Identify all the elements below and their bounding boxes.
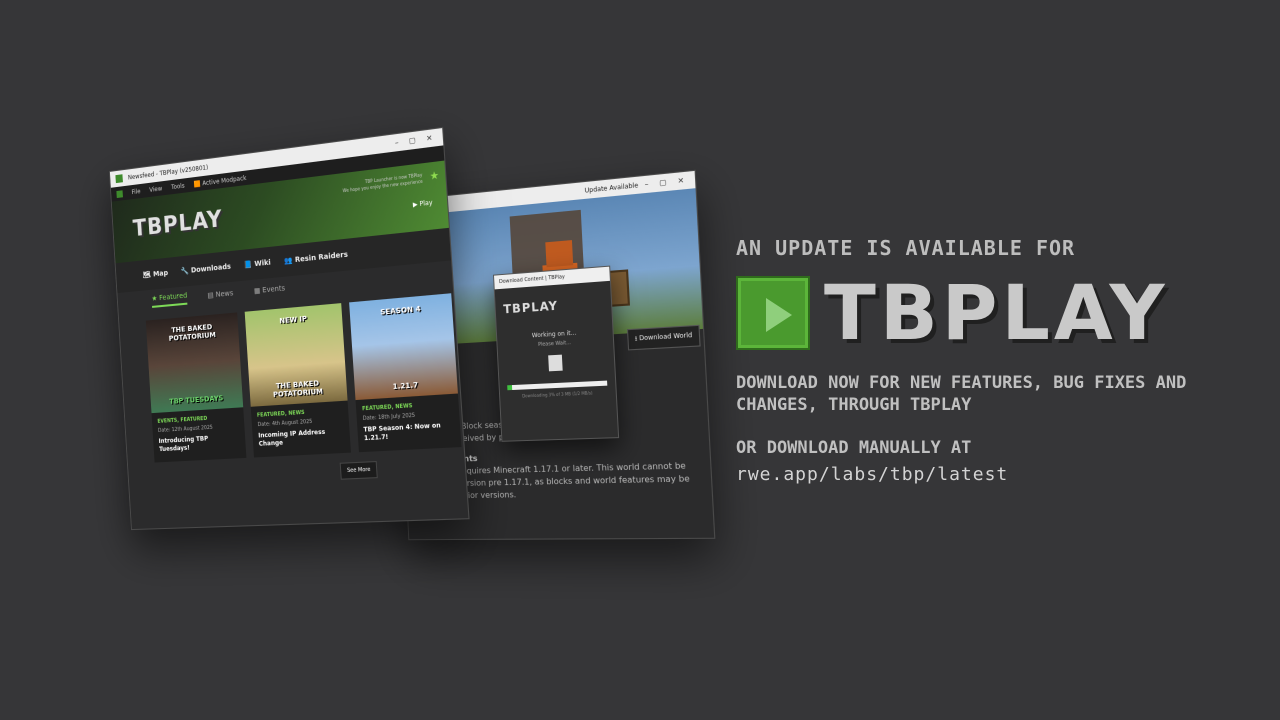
card-date: Date: 12th August 2025 [157,424,213,434]
download-world-button[interactable]: ⭳ Download World [626,324,701,351]
tab-news[interactable]: ▤ News [207,289,233,300]
manual-download-label: OR DOWNLOAD MANUALLY AT [736,438,972,458]
news-cards: THE BAKED POTATORIUM TBP TUESDAYS EVENTS… [119,284,464,464]
update-promo: AN UPDATE IS AVAILABLE FOR TBPLAY DOWNLO… [736,236,1216,485]
app-preview-scene: Update Available – ▢ ✕ ⭳ Download World … [0,0,720,720]
block-icon [548,354,563,372]
dialog-logo: TBPLAY [503,298,559,317]
card-image: SEASON 4 1.21.7 [349,293,458,401]
card-date: Date: 18th July 2025 [362,412,416,423]
promo-description: DOWNLOAD NOW FOR NEW FEATURES, BUG FIXES… [736,373,1187,415]
tab-events[interactable]: ▦ Events [254,284,286,295]
news-card[interactable]: NEW IP THE BAKED POTATORIUM FEATURED, NE… [244,303,351,458]
progress-bar [507,380,608,391]
card-date: Date: 4th August 2025 [257,418,313,429]
news-card[interactable]: SEASON 4 1.21.7 FEATURED, NEWS Date: 18t… [349,293,462,453]
menu-file[interactable]: File [131,188,140,196]
banner-notice: TBP Launcher is now TBPlay We hope you e… [342,172,423,194]
star-icon: ★ [429,169,440,183]
progress-fill [507,385,513,391]
tbplay-logo: TBPLAY [132,206,224,243]
launcher-icon [116,189,123,198]
nav-downloads[interactable]: 🔧 Downloads [181,262,232,275]
newsfeed-window: Newsfeed - TBPlay (v250801) – ▢ ✕ File V… [108,126,470,531]
news-card[interactable]: THE BAKED POTATORIUM TBP TUESDAYS EVENTS… [145,312,247,463]
card-title: Incoming IP Address Change [258,428,326,448]
card-title: Introducing TBP Tuesdays! [158,435,209,454]
nav-resin-raiders[interactable]: 👥 Resin Raiders [284,250,348,265]
nav-wiki[interactable]: 📘 Wiki [244,258,271,269]
progress-status: Downloading 3% of 3 MB (1/2 MB/s) [522,390,593,399]
play-icon [736,276,810,350]
download-content-dialog: Download Content | TBPlay TBPLAY Working… [493,265,620,442]
app-icon [115,174,123,184]
menu-tools[interactable]: Tools [171,182,185,191]
menu-view[interactable]: View [149,185,162,194]
tab-featured[interactable]: ★ Featured [151,290,188,308]
see-more-button[interactable]: See More [339,460,379,480]
brand-name: TBPLAY [824,268,1169,357]
download-url-link[interactable]: rwe.app/labs/tbp/latest [736,464,1216,485]
play-button[interactable]: ▶ Play [413,199,433,209]
window-controls[interactable]: – ▢ ✕ [395,133,437,147]
window-controls[interactable]: – ▢ ✕ [644,176,688,189]
nav-map[interactable]: 🗺 Map [143,269,169,280]
promo-heading: AN UPDATE IS AVAILABLE FOR [736,236,1076,260]
update-available-label: Update Available [584,181,639,195]
card-title: TBP Season 4: Now on 1.21.7! [363,421,441,443]
brand-lockup: TBPLAY [736,268,1216,357]
card-image: NEW IP THE BAKED POTATORIUM [244,303,348,407]
card-image: THE BAKED POTATORIUM TBP TUESDAYS [145,312,244,414]
